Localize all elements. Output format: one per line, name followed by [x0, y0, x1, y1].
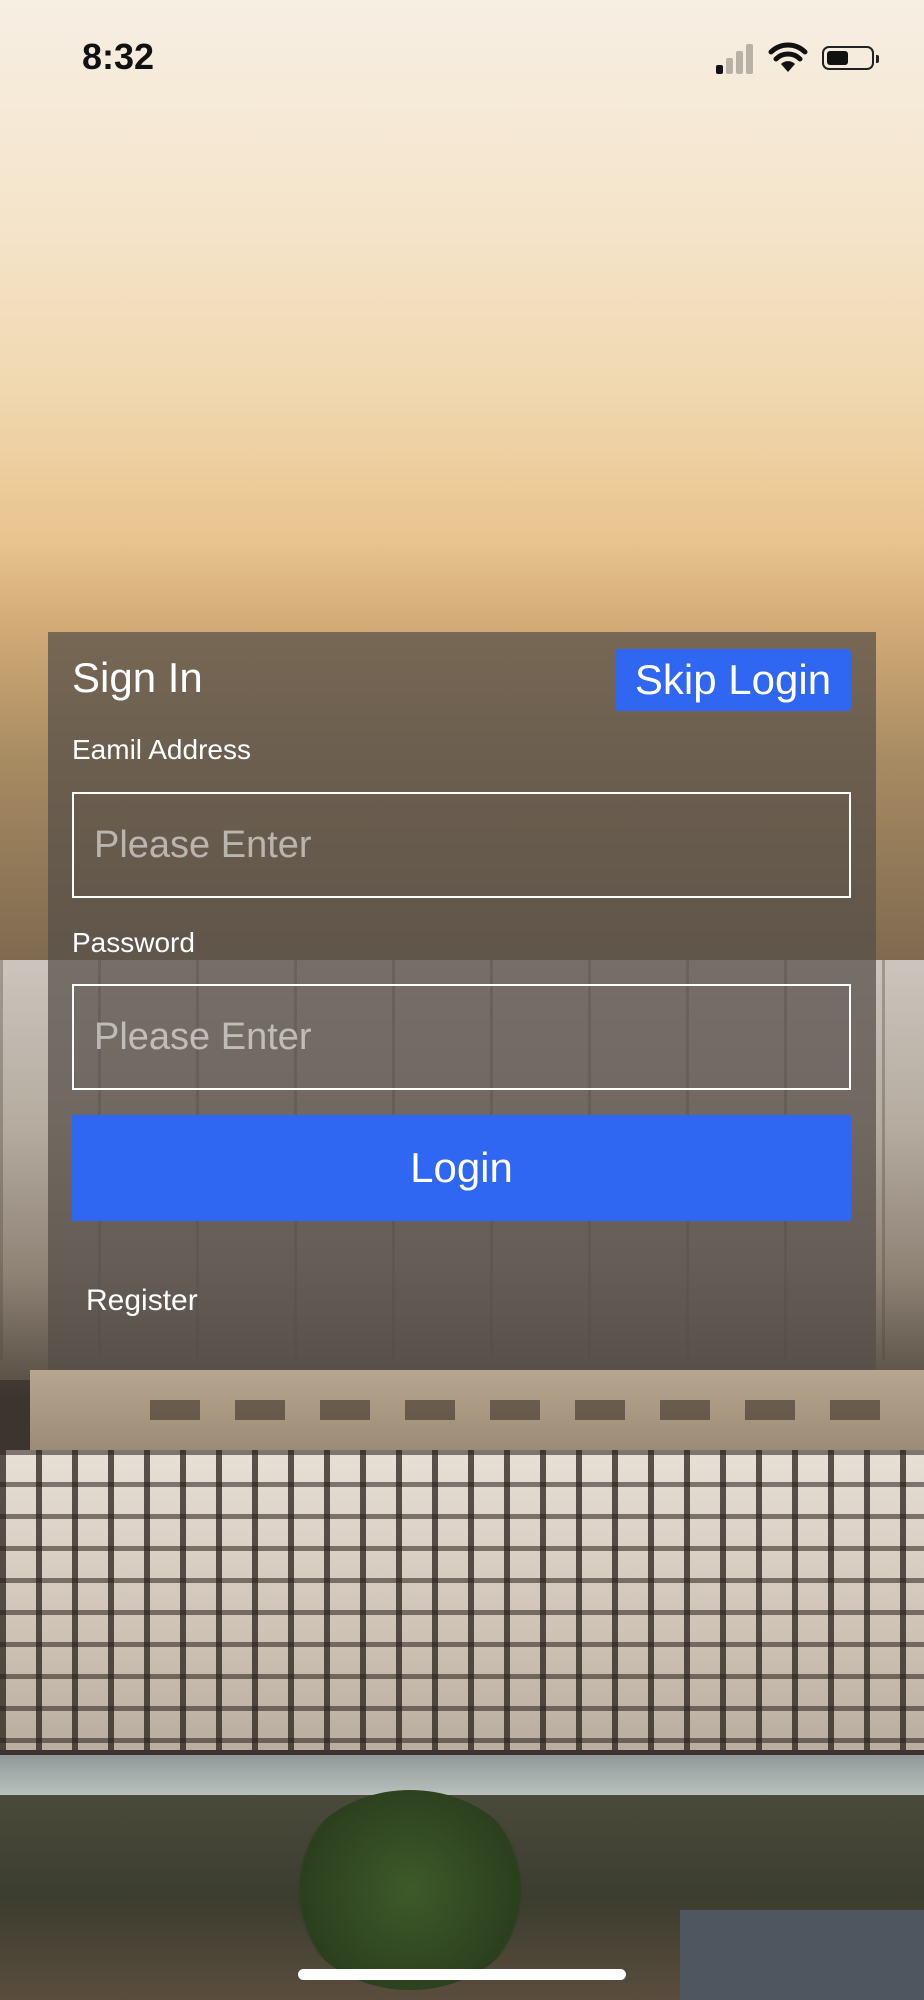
- shed: [680, 1910, 924, 2000]
- email-field[interactable]: [72, 792, 851, 898]
- warehouse-windows: [150, 1400, 910, 1420]
- road: [0, 1755, 924, 1795]
- battery-level: [827, 51, 848, 65]
- status-bar: 8:32: [0, 0, 924, 110]
- signal-bar: [746, 44, 753, 74]
- stone-block-yard: [0, 1450, 924, 1750]
- login-button[interactable]: Login: [72, 1115, 851, 1221]
- sign-in-title: Sign In: [72, 654, 203, 701]
- sign-in-panel: Sign In Skip Login Eamil Address Passwor…: [48, 632, 876, 1370]
- signal-bar: [736, 51, 743, 74]
- password-field[interactable]: [72, 984, 851, 1090]
- signal-bar: [726, 58, 733, 74]
- password-label: Password: [72, 927, 195, 958]
- wifi-icon: [768, 42, 808, 72]
- skip-login-button[interactable]: Skip Login: [615, 649, 851, 711]
- battery-icon: [822, 46, 879, 70]
- email-label: Eamil Address: [72, 734, 251, 765]
- signal-icon: [716, 44, 756, 74]
- signal-bar: [716, 65, 723, 74]
- status-time: 8:32: [82, 36, 155, 77]
- tree: [290, 1790, 530, 1990]
- register-link[interactable]: Register: [86, 1284, 198, 1318]
- home-indicator[interactable]: [298, 1969, 626, 1980]
